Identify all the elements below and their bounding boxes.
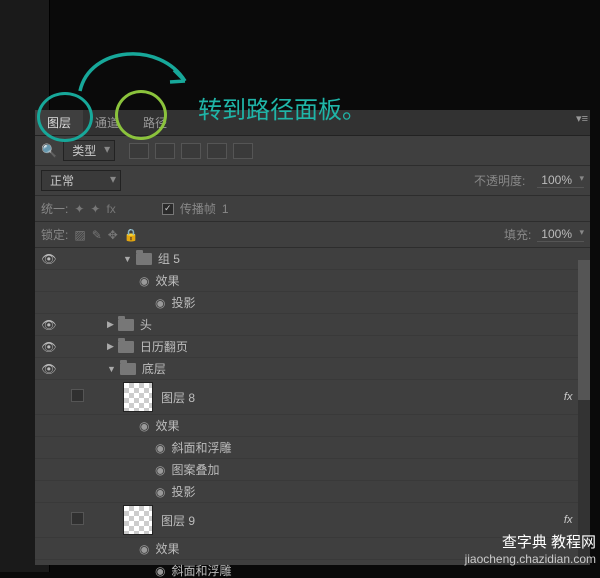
lock-all-icon[interactable]: 🔒 [124,228,139,242]
chevron-down-icon[interactable]: ▼ [107,364,116,374]
link-checkbox[interactable] [71,389,84,402]
annotation-arrow-icon [70,36,200,106]
watermark-title: 查字典 教程网 [465,531,596,552]
layer-list: 👁 ▼ 组 5 ◉ 效果 ◉ 投影 👁 ▶ 头 👁 ▶ [35,248,590,578]
effect-name: 投影 [171,294,195,311]
chevron-down-icon[interactable]: ▼ [123,254,132,264]
filter-type-select[interactable]: 类型 [63,140,115,161]
filter-row: 🔍 类型 [35,136,590,166]
unify-icon-3[interactable]: fx [106,202,115,216]
lock-trans-icon[interactable]: ▨ [74,228,85,242]
opacity-value[interactable]: 100% [537,173,584,188]
effect-name: 斜面和浮雕 [171,562,231,578]
effects-row[interactable]: ◉ 效果 [35,415,590,437]
effects-label: 效果 [155,417,179,434]
visibility-icon[interactable]: 👁 [35,252,63,266]
filter-pixel-icon[interactable] [129,143,149,159]
watermark-url: jiaocheng.chazidian.com [465,552,596,566]
lock-paint-icon[interactable]: ✎ [92,228,102,242]
layer-group5[interactable]: 👁 ▼ 组 5 [35,248,590,270]
fx-bullet-icon: ◉ [155,441,165,455]
layer-name: 头 [140,316,152,333]
lock-label: 锁定: [41,226,68,243]
fx-bullet-icon: ◉ [139,274,149,288]
layer-thumbnail [123,382,153,412]
panel-menu-icon[interactable]: ▾≡ [576,112,588,125]
unify-icon-1[interactable]: ✦ [74,202,84,216]
unify-icon-2[interactable]: ✦ [90,202,100,216]
fx-bullet-icon: ◉ [139,542,149,556]
fill-value[interactable]: 100% [537,227,584,242]
layer-name: 图层 8 [161,389,195,406]
opacity-label: 不透明度: [474,172,525,189]
layer-base[interactable]: 👁 ▼ 底层 [35,358,590,380]
effects-label: 效果 [155,540,179,557]
chevron-right-icon[interactable]: ▶ [107,319,114,330]
fx-bullet-icon: ◉ [155,296,165,310]
folder-icon [136,253,152,265]
blend-mode-select[interactable]: 正常 [41,170,121,191]
effect-name: 投影 [171,483,195,500]
blend-row: 正常 不透明度: 100% [35,166,590,196]
scroll-thumb[interactable] [578,260,590,400]
propagate-checkbox[interactable]: ✓ [162,203,174,215]
effects-row[interactable]: ◉ 效果 [35,270,590,292]
folder-icon [118,319,134,331]
layer-name: 图层 9 [161,512,195,529]
layers-panel: ▾≡ 图层 通道 路径 🔍 类型 正常 不透明度: 100% 统一: ✦ ✦ f… [35,110,590,565]
layer-name: 日历翻页 [140,338,188,355]
layer-8[interactable]: 图层 8 fx ▾ [35,380,590,415]
folder-icon [120,363,136,375]
visibility-icon[interactable]: 👁 [35,340,63,354]
fx-bullet-icon: ◉ [139,419,149,433]
effect-dropshadow2[interactable]: ◉ 投影 [35,481,590,503]
effect-bevel[interactable]: ◉ 斜面和浮雕 [35,437,590,459]
filter-buttons [129,143,253,159]
fx-bullet-icon: ◉ [155,564,165,578]
effect-name: 图案叠加 [171,461,219,478]
visibility-icon[interactable]: 👁 [35,362,63,376]
layer-name: 组 5 [158,250,180,267]
annotation-text: 转到路径面板。 [198,90,366,125]
fill-label: 填充: [504,226,531,243]
propagate-label: 传播帧 [180,200,216,217]
effect-dropshadow[interactable]: ◉ 投影 [35,292,590,314]
watermark: 查字典 教程网 jiaocheng.chazidian.com [465,531,596,566]
unify-row: 统一: ✦ ✦ fx ✓ 传播帧 1 [35,196,590,222]
effects-label: 效果 [155,272,179,289]
fx-bullet-icon: ◉ [155,485,165,499]
filter-text-icon[interactable] [181,143,201,159]
search-icon: 🔍 [41,143,57,159]
filter-adjust-icon[interactable] [155,143,175,159]
layer-calendar[interactable]: 👁 ▶ 日历翻页 [35,336,590,358]
unify-label: 统一: [41,200,68,217]
folder-icon [118,341,134,353]
chevron-right-icon[interactable]: ▶ [107,341,114,352]
effect-pattern[interactable]: ◉ 图案叠加 [35,459,590,481]
propagate-count: 1 [222,202,229,216]
scrollbar[interactable] [578,260,590,560]
layer-head[interactable]: 👁 ▶ 头 [35,314,590,336]
lock-move-icon[interactable]: ✥ [108,228,118,242]
effect-name: 斜面和浮雕 [171,439,231,456]
layer-thumbnail [123,505,153,535]
link-checkbox[interactable] [71,512,84,525]
lock-row: 锁定: ▨ ✎ ✥ 🔒 填充: 100% [35,222,590,248]
filter-shape-icon[interactable] [207,143,227,159]
visibility-icon[interactable]: 👁 [35,318,63,332]
filter-smart-icon[interactable] [233,143,253,159]
layer-name: 底层 [142,360,166,377]
fx-bullet-icon: ◉ [155,463,165,477]
